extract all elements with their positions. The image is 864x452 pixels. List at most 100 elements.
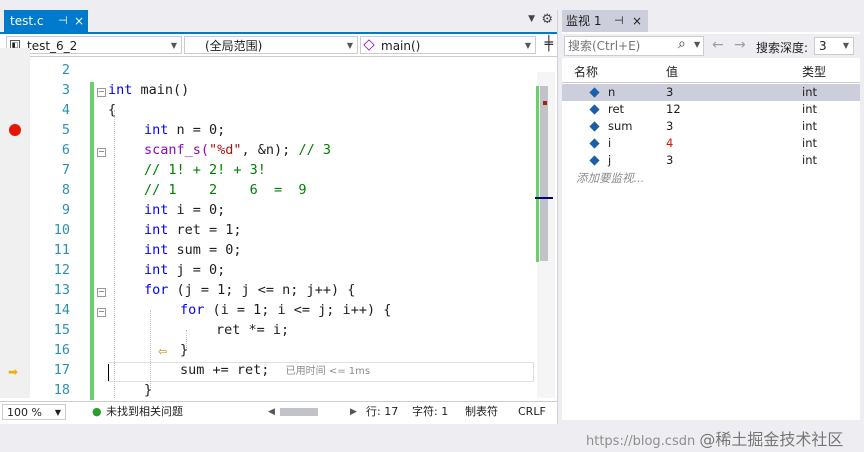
watch-grid-header: 名称 值 类型 (562, 62, 860, 83)
code-line-7: // 1! + 2! + 3! (144, 162, 266, 178)
watch-value-cell[interactable]: 4 (666, 135, 673, 152)
watch-name-cell: n (608, 85, 616, 99)
search-icon[interactable]: ⌕ (678, 36, 686, 52)
editor-tab-strip: test.c ⊣ × ▼ ⚙ (0, 10, 557, 34)
fold-toggle-icon[interactable]: − (97, 88, 106, 97)
column-header-name[interactable]: 名称 (574, 62, 598, 82)
current-statement-arrow-icon: ➡ (8, 365, 19, 379)
watch-name-cell: sum (608, 119, 633, 133)
tab-label: 监视 1 (566, 14, 602, 28)
variable-icon (589, 104, 600, 115)
line-number: 7 (61, 162, 70, 178)
line-number: 17 (53, 362, 70, 378)
watch-name-cell: ret (608, 102, 625, 116)
fold-toggle-icon[interactable]: − (97, 308, 106, 317)
close-icon[interactable]: × (632, 10, 642, 32)
back-arrow-icon[interactable]: ← (712, 37, 724, 53)
chevron-down-icon[interactable]: ▼ (694, 40, 700, 49)
watch-type-cell: int (802, 153, 817, 167)
watermark-brand: @稀土掘金技术社区 (699, 430, 844, 449)
eol-indicator[interactable]: CRLF (518, 402, 546, 422)
pin-icon[interactable]: ⊣ (58, 10, 68, 32)
code-line-16: } (180, 342, 189, 358)
watch-grid-body: n 3 int ret 12 int sum 3 int i 4 int j 3 int (562, 84, 860, 204)
line-number: 10 (53, 222, 70, 238)
watch-name-cell: i (608, 136, 612, 150)
breakpoint-icon[interactable] (9, 124, 21, 136)
fold-toggle-icon[interactable]: − (97, 148, 106, 157)
line-number: 9 (61, 202, 70, 218)
scroll-right-icon[interactable]: ▶ (350, 402, 357, 422)
column-indicator[interactable]: 字符: 1 (412, 402, 448, 422)
line-number: 18 (53, 382, 70, 398)
horizontal-scrollbar-thumb[interactable] (280, 408, 318, 416)
scroll-left-icon[interactable]: ◀ (268, 402, 275, 422)
tab-label: test.c (10, 14, 44, 28)
watch-toolbar: ⌕ ▼ ← → 搜索深度: 3 ▼ (562, 34, 860, 58)
column-header-type[interactable]: 类型 (802, 62, 826, 82)
line-number: 12 (53, 262, 70, 278)
code-line-11: int sum = 0; (144, 242, 242, 258)
line-number: 5 (61, 122, 70, 138)
line-number: 4 (61, 102, 70, 118)
code-line-8: // 1 2 6 = 9 (144, 182, 307, 198)
issues-status[interactable]: 未找到相关问题 (106, 402, 183, 422)
watch-type-cell: int (802, 102, 817, 116)
gear-icon[interactable]: ⚙ (541, 12, 553, 27)
watermark-url: https://blog.csdn (586, 434, 696, 449)
watch-pane: 监视 1 ⊣ × ⌕ ▼ ← → 搜索深度: 3 ▼ 名称 值 类型 n 3 int… (562, 10, 860, 420)
pin-icon[interactable]: ⊣ (614, 10, 624, 32)
forward-arrow-icon[interactable]: → (734, 37, 746, 53)
tab-watch-1[interactable]: 监视 1 ⊣ × (562, 10, 648, 32)
watch-value-cell[interactable]: 3 (666, 84, 673, 101)
tabs-indicator[interactable]: 制表符 (465, 402, 498, 422)
watch-value-cell[interactable]: 3 (666, 118, 673, 135)
line-number: 2 (61, 62, 70, 78)
column-header-value[interactable]: 值 (666, 62, 678, 82)
code-text-area[interactable]: 2 3 4 5 6 7 8 9 10 11 12 13 14 15 16 17 18 − − − − int m… (30, 48, 535, 398)
code-line-13: for (j = 1; j <= n; j++) { (144, 282, 356, 298)
zoom-value: 100 % (7, 406, 42, 419)
watch-row[interactable]: ret 12 int (562, 101, 860, 118)
search-depth-label: 搜索深度: (756, 41, 809, 55)
scrollbar-caret-marker (535, 197, 553, 199)
line-indicator[interactable]: 行: 17 (366, 402, 398, 422)
chevron-down-icon: ▼ (842, 41, 849, 50)
code-line-15: ret *= i; (216, 322, 290, 338)
add-watch-placeholder[interactable]: 添加要监视... (576, 170, 644, 186)
watch-tab-strip: 监视 1 ⊣ × (562, 10, 860, 32)
scrollbar-breakpoint-marker (543, 101, 547, 105)
indent-guide (114, 110, 115, 398)
vertical-scrollbar-thumb[interactable] (540, 86, 548, 261)
code-line-12: int j = 0; (144, 262, 226, 278)
chevron-down-icon: ▼ (54, 408, 61, 417)
zoom-dropdown[interactable]: 100 % ▼ (2, 404, 66, 420)
code-line-14: for (i = 1; i <= j; i++) { (180, 302, 392, 318)
fold-toggle-icon[interactable]: − (97, 288, 106, 297)
search-depth-dropdown[interactable]: 3 ▼ (814, 37, 854, 55)
code-line-9: int i = 0; (144, 202, 226, 218)
watch-type-cell: int (802, 136, 817, 150)
watch-value-cell[interactable]: 3 (666, 152, 673, 169)
watch-value-cell[interactable]: 12 (666, 101, 681, 118)
line-number: 16 (53, 342, 70, 358)
variable-icon (589, 121, 600, 132)
watch-name-cell: j (608, 153, 612, 167)
tab-list-dropdown-icon[interactable]: ▼ (528, 14, 535, 24)
close-icon[interactable]: × (74, 10, 84, 32)
editor-status-bar: 100 % ▼ ● 未找到相关问题 ◀ ▶ 行: 17 字符: 1 制表符 CR… (0, 401, 557, 422)
glyph-margin[interactable]: ➡ (0, 48, 30, 398)
watch-row[interactable]: i 4 int (562, 135, 860, 152)
watch-row[interactable]: j 3 int (562, 152, 860, 169)
split-window-icon[interactable]: ╪ (545, 37, 553, 51)
line-number: 13 (53, 282, 70, 298)
line-number: 6 (61, 142, 70, 158)
watch-type-cell: int (802, 119, 817, 133)
watch-row[interactable]: n 3 int (562, 84, 860, 101)
watch-type-cell: int (802, 85, 817, 99)
tab-test-c[interactable]: test.c ⊣ × (4, 10, 88, 32)
line-number: 14 (53, 302, 70, 318)
watch-row[interactable]: sum 3 int (562, 118, 860, 135)
watermark: https://blog.csdn @稀土掘金技术社区 (586, 426, 843, 450)
variable-icon (589, 87, 600, 98)
